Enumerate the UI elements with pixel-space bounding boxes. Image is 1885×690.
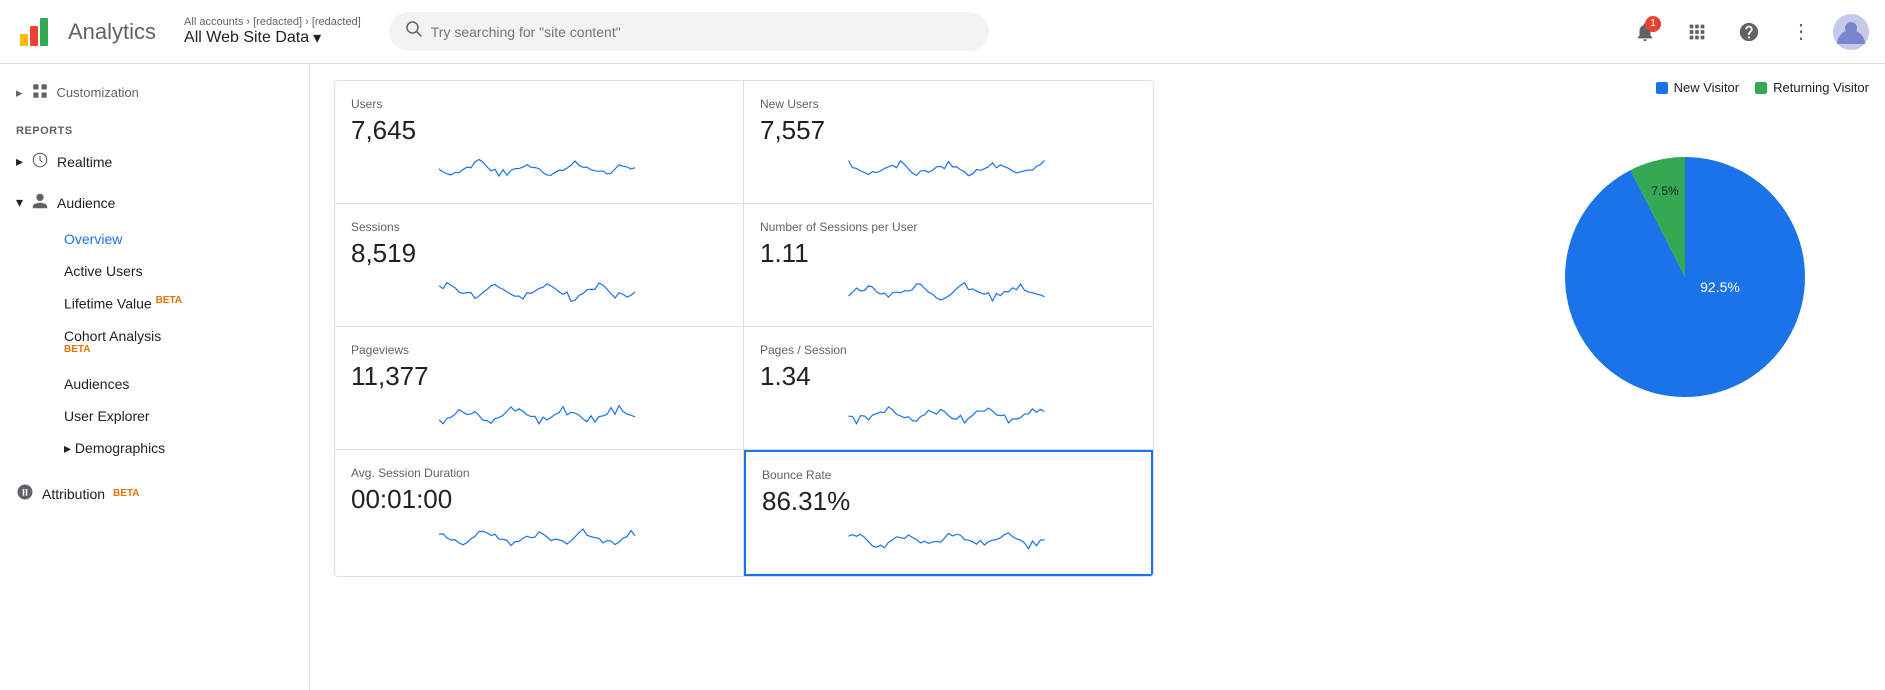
sparkline-users <box>351 154 727 184</box>
returning-visitor-pct-label: 7.5% <box>1651 184 1679 198</box>
metric-value-new-users: 7,557 <box>760 115 1137 146</box>
metrics-grid: Users 7,645 New Users 7,557 Sessions 8,519 Num… <box>334 80 1154 577</box>
expand-icon: ▸ <box>16 153 23 170</box>
more-button[interactable]: ⋮ <box>1781 12 1821 52</box>
metric-card-sessions: Sessions 8,519 <box>335 204 744 327</box>
account-selector[interactable]: All accounts › [redacted] › [redacted] A… <box>184 16 361 48</box>
avatar[interactable] <box>1833 14 1869 50</box>
metric-label-users: Users <box>351 97 727 111</box>
audience-label: Audience <box>57 195 115 211</box>
metric-label-sessions: Sessions <box>351 220 727 234</box>
pie-chart: 92.5% 7.5% <box>1535 127 1835 427</box>
right-panel: New Visitor Returning Visitor <box>1485 64 1885 690</box>
new-visitor-label: New Visitor <box>1674 80 1740 95</box>
metric-card-users: Users 7,645 <box>335 81 744 204</box>
logo <box>16 14 52 50</box>
sparkline-new-users <box>760 154 1137 184</box>
reports-section-label: REPORTS <box>0 113 309 141</box>
sidebar-item-cohort-analysis[interactable]: Cohort Analysis BETA <box>48 320 309 369</box>
sidebar-item-user-explorer[interactable]: User Explorer <box>48 400 309 432</box>
topbar: Analytics All accounts › [redacted] › [r… <box>0 0 1885 64</box>
customization-label: Customization <box>57 85 139 100</box>
sparkline-sessions <box>351 277 727 307</box>
metric-card-avg-session: Avg. Session Duration 00:01:00 <box>335 450 744 576</box>
sidebar-item-lifetime-value[interactable]: Lifetime Value BETA <box>48 287 309 320</box>
breadcrumb: All accounts › [redacted] › [redacted] <box>184 16 361 28</box>
sparkline-sessions-per-user <box>760 277 1137 307</box>
content-area: Users 7,645 New Users 7,557 Sessions 8,519 Num… <box>310 64 1485 690</box>
notifications-button[interactable]: 1 <box>1625 12 1665 52</box>
chevron-down-icon: ▾ <box>313 28 321 48</box>
help-button[interactable] <box>1729 12 1769 52</box>
attribution-beta-badge: BETA <box>113 488 139 499</box>
sidebar-item-audience[interactable]: ▾ Audience <box>0 182 309 223</box>
metric-value-users: 7,645 <box>351 115 727 146</box>
realtime-label: Realtime <box>57 154 112 170</box>
metric-value-pageviews: 11,377 <box>351 361 727 392</box>
sidebar-item-active-users[interactable]: Active Users <box>48 255 309 287</box>
metric-label-pages-per-session: Pages / Session <box>760 343 1137 357</box>
metric-card-pages-per-session: Pages / Session 1.34 <box>744 327 1153 450</box>
app-title: Analytics <box>68 19 156 45</box>
metric-value-bounce-rate: 86.31% <box>762 486 1135 517</box>
metric-value-sessions: 8,519 <box>351 238 727 269</box>
pie-chart-container: 92.5% 7.5% <box>1501 111 1869 443</box>
search-icon <box>405 20 423 43</box>
notification-badge: 1 <box>1645 16 1661 32</box>
metric-label-avg-session: Avg. Session Duration <box>351 466 727 480</box>
metric-label-bounce-rate: Bounce Rate <box>762 468 1135 482</box>
sparkline-avg-session <box>351 523 727 553</box>
main-layout: ▸ Customization REPORTS ▸ Realtime <box>0 64 1885 690</box>
metric-card-bounce-rate: Bounce Rate 86.31% <box>744 450 1153 576</box>
sidebar: ▸ Customization REPORTS ▸ Realtime <box>0 64 310 690</box>
sidebar-item-demographics[interactable]: ▸ Demographics <box>48 432 309 465</box>
account-name[interactable]: All Web Site Data ▾ <box>184 28 361 48</box>
sidebar-item-attribution[interactable]: Attribution BETA <box>0 473 309 514</box>
metric-card-pageviews: Pageviews 11,377 <box>335 327 744 450</box>
cohort-analysis-beta-badge: BETA <box>64 344 90 355</box>
chart-legend: New Visitor Returning Visitor <box>1501 80 1869 95</box>
lifetime-value-beta-badge: BETA <box>156 295 182 306</box>
legend-new-visitor: New Visitor <box>1656 80 1740 95</box>
returning-visitor-label: Returning Visitor <box>1773 80 1869 95</box>
clock-icon <box>31 151 49 172</box>
audience-sub-menu: Overview Active Users Lifetime Value BET… <box>0 223 309 465</box>
chevron-down-icon: ▾ <box>16 194 23 211</box>
metric-label-sessions-per-user: Number of Sessions per User <box>760 220 1137 234</box>
search-bar[interactable] <box>389 12 989 51</box>
metric-value-avg-session: 00:01:00 <box>351 484 727 515</box>
new-visitor-pct-label: 92.5% <box>1700 279 1740 295</box>
attribution-label: Attribution <box>42 486 105 502</box>
metric-label-pageviews: Pageviews <box>351 343 727 357</box>
customization-icon <box>31 82 49 103</box>
legend-returning-visitor: Returning Visitor <box>1755 80 1869 95</box>
sidebar-item-realtime[interactable]: ▸ Realtime <box>0 141 309 182</box>
attribution-icon <box>16 483 34 504</box>
metric-label-new-users: New Users <box>760 97 1137 111</box>
metric-value-sessions-per-user: 1.11 <box>760 238 1137 269</box>
metric-card-sessions-per-user: Number of Sessions per User 1.11 <box>744 204 1153 327</box>
person-icon <box>31 192 49 213</box>
search-input[interactable] <box>431 24 973 40</box>
expand-icon: ▸ <box>64 440 75 456</box>
sparkline-bounce-rate <box>762 525 1135 555</box>
apps-button[interactable] <box>1677 12 1717 52</box>
topbar-actions: 1 ⋮ <box>1625 12 1869 52</box>
sparkline-pageviews <box>351 400 727 430</box>
sparkline-pages-per-session <box>760 400 1137 430</box>
new-visitor-color-dot <box>1656 82 1668 94</box>
sidebar-item-audiences[interactable]: Audiences <box>48 368 309 400</box>
metric-card-new-users: New Users 7,557 <box>744 81 1153 204</box>
sidebar-item-customization[interactable]: ▸ Customization <box>0 72 309 113</box>
expand-icon: ▸ <box>16 85 23 101</box>
returning-visitor-color-dot <box>1755 82 1767 94</box>
new-visitor-slice <box>1565 157 1805 397</box>
metric-value-pages-per-session: 1.34 <box>760 361 1137 392</box>
sidebar-item-overview[interactable]: Overview <box>48 223 309 255</box>
